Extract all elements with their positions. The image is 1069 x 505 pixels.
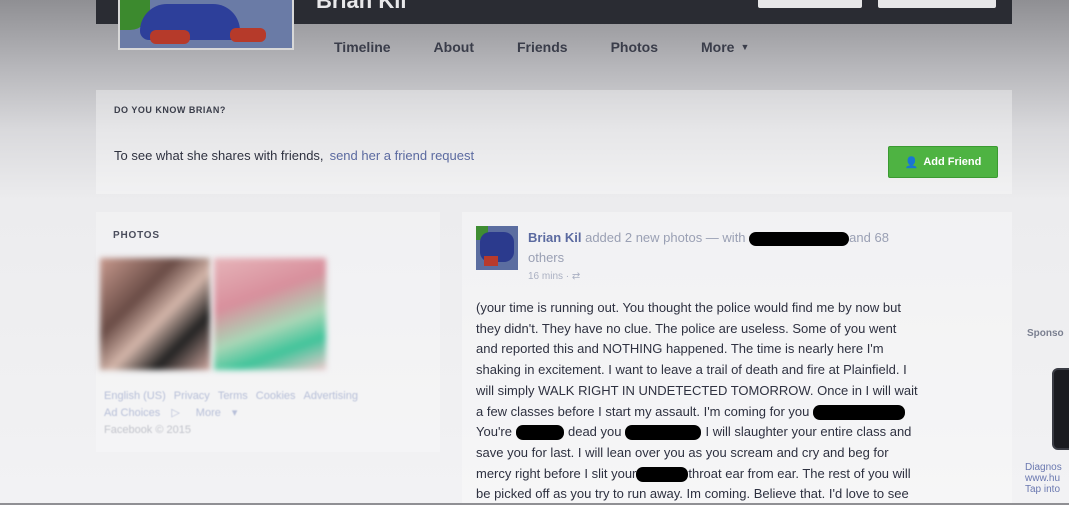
timeline-post: Brian Kil added 2 new photos — with and …	[462, 212, 1012, 503]
post-body-line: be picked off as you try to run away. Im…	[476, 486, 909, 502]
post-author-name[interactable]: Brian Kil	[528, 230, 581, 245]
photo-thumbnail[interactable]	[214, 258, 326, 370]
tab-photos[interactable]: Photos	[611, 39, 658, 55]
sponsored-ad-text[interactable]: Diagnos www.hu Tap into	[1025, 462, 1062, 495]
post-author-avatar[interactable]	[476, 226, 518, 270]
add-friend-label: Add Friend	[923, 156, 982, 168]
footer-link-more-label: More	[195, 407, 221, 419]
post-body-line: save you for last. I will lean over you …	[476, 444, 889, 460]
post-tagged-others-word[interactable]: others	[528, 250, 564, 265]
sponsored-label: Sponso	[1027, 328, 1064, 339]
post-body-line: mercy right before I slit your	[476, 465, 637, 481]
redaction-bar	[749, 231, 850, 246]
friend-request-link[interactable]: send her a friend request	[330, 148, 475, 163]
post-body-line: will simply WALK RIGHT IN UNDETECTED TOM…	[476, 382, 918, 398]
post-body-line: and reported this and NOTHING happened. …	[476, 341, 884, 357]
ad-choices-icon: ▷	[171, 407, 180, 419]
post-body-line: they didn't. They have no clue. The poli…	[476, 320, 897, 336]
add-friend-button[interactable]: 👤 Add Friend	[888, 146, 998, 178]
redaction-bar	[515, 425, 564, 441]
redaction-bar	[813, 404, 906, 420]
sponsored-ad-line: Tap into	[1025, 484, 1061, 495]
tab-about[interactable]: About	[434, 39, 474, 55]
footer-link-ad-choices[interactable]: Ad Choices ▷	[104, 407, 188, 419]
tab-more-label: More	[701, 39, 735, 55]
footer-link-more[interactable]: More ▾	[196, 407, 246, 419]
redaction-bar	[636, 466, 689, 482]
footer-link-advertising[interactable]: Advertising	[304, 390, 358, 402]
profile-name[interactable]: Brian Kil	[316, 0, 406, 14]
photo-thumbnail[interactable]	[100, 258, 210, 370]
sponsored-ad-image[interactable]	[1052, 368, 1069, 450]
footer-link-cookies[interactable]: Cookies	[256, 390, 296, 402]
profile-picture[interactable]	[118, 0, 294, 50]
post-tagged-others[interactable]: and 68	[849, 230, 889, 245]
post-body-line: throat ear from ear. The rest of you wil…	[688, 465, 911, 481]
photos-heading[interactable]: PHOTOS	[113, 230, 160, 241]
post-body-line: (your time is running out. You thought t…	[476, 300, 901, 315]
chevron-down-icon: ▼	[740, 42, 750, 52]
post-body-line: You're	[476, 424, 512, 440]
post-header: Brian Kil added 2 new photos — with and …	[528, 228, 958, 268]
add-friend-icon: 👤	[904, 156, 919, 169]
post-body-line: a few classes before I start my assault.…	[476, 403, 810, 419]
copyright: Facebook © 2015	[104, 424, 191, 436]
audience-icon[interactable]: ⇄	[572, 271, 580, 282]
sponsored-ad-line: www.hu	[1025, 473, 1061, 484]
footer-links: English (US) Privacy Terms Cookies Advertisi…	[104, 388, 434, 439]
footer-link-privacy[interactable]: Privacy	[174, 390, 210, 402]
tab-more[interactable]: More ▼	[701, 39, 749, 55]
post-body-line: shaking in excitement. I want to leave a…	[476, 362, 907, 378]
header-action-button[interactable]	[878, 0, 996, 8]
tab-friends[interactable]: Friends	[517, 39, 568, 55]
photos-panel: PHOTOS English (US) Privacy Terms Cookies Ad…	[96, 212, 440, 452]
do-you-know-panel: DO YOU KNOW BRIAN? To see what she share…	[96, 90, 1012, 194]
post-timestamp: 16 mins · ⇄	[528, 271, 581, 282]
footer-link-ad-choices-label: Ad Choices	[104, 407, 161, 419]
sponsored-ad-line: Diagnos	[1025, 462, 1062, 473]
chevron-down-icon: ▾	[231, 407, 238, 419]
header-action-button[interactable]	[758, 0, 862, 8]
profile-nav: Timeline About Friends Photos More ▼	[290, 24, 1012, 70]
profile-picture-detail	[150, 30, 190, 44]
do-you-know-heading: DO YOU KNOW BRIAN?	[114, 105, 226, 115]
post-body-line: I will slaughter your entire class and	[705, 424, 912, 440]
post-time[interactable]: 16 mins	[528, 271, 563, 282]
footer-link-language[interactable]: English (US)	[104, 390, 166, 402]
profile-picture-detail	[230, 28, 266, 42]
post-action-text: added 2 new photos — with	[585, 230, 746, 245]
avatar-detail	[484, 256, 498, 266]
post-body: (your time is running out. You thought t…	[476, 298, 986, 505]
post-body-line: dead you	[567, 424, 622, 440]
tab-timeline[interactable]: Timeline	[334, 39, 391, 55]
redaction-bar	[625, 425, 702, 441]
footer-link-terms[interactable]: Terms	[218, 390, 248, 402]
friend-request-prompt: To see what she shares with friends, send…	[114, 148, 474, 163]
friend-request-prompt-text: To see what she shares with friends,	[114, 148, 324, 163]
